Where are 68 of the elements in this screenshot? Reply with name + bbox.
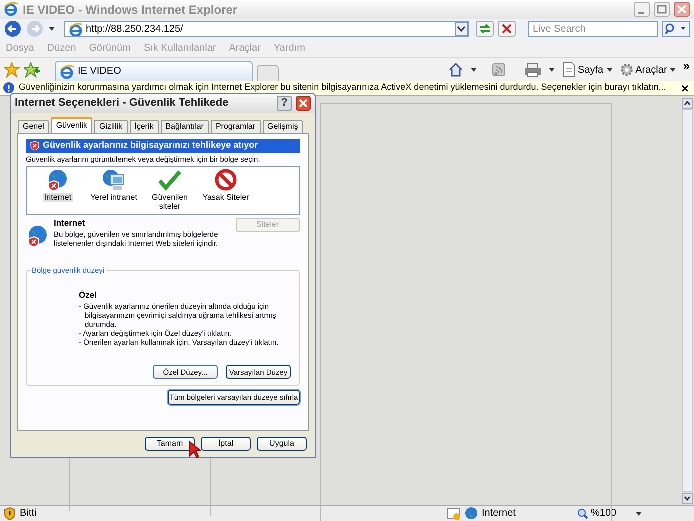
dialog-button[interactable]: Tamam bbox=[145, 437, 195, 451]
warning-text: Güvenlik ayarlarınız bilgisayarınızı tehlikeye atıyor bbox=[43, 139, 258, 152]
scroll-up-button[interactable] bbox=[682, 98, 693, 109]
zoom-button[interactable]: %100 bbox=[577, 506, 617, 521]
address-field[interactable]: http://88.250.234.125/ bbox=[64, 21, 469, 37]
zone-item[interactable]: Güvenilen siteler bbox=[145, 193, 195, 212]
stop-button[interactable] bbox=[498, 21, 516, 37]
dialog-tab[interactable]: Programlar bbox=[210, 120, 261, 133]
dialog-tab[interactable]: Gizlilik bbox=[94, 120, 128, 133]
caret-icon bbox=[669, 66, 678, 74]
popup-blocker-icon bbox=[447, 506, 461, 521]
dialog-tab[interactable]: Gelişmiş bbox=[262, 120, 304, 133]
home-icon[interactable] bbox=[448, 62, 464, 78]
globe-shield-icon bbox=[26, 225, 50, 250]
page-menu[interactable]: Sayfa bbox=[562, 62, 614, 78]
scroll-down-button[interactable] bbox=[682, 493, 693, 504]
maximize-button[interactable] bbox=[654, 2, 670, 17]
dialog-tab[interactable]: Bağlantılar bbox=[160, 120, 209, 133]
dialog-title: Internet Seçenekleri - Güvenlik Tehlikede bbox=[15, 96, 230, 112]
close-button[interactable]: × bbox=[681, 82, 691, 94]
info-bar[interactable]: Güvenliğinizin korunmasına yardımcı olmak için Internet Explorer bu sitenin bilgisayarınıza ActiveX denetimi yüklemesini durdurdu. Seçenekler için burayı tıklatın... × bbox=[0, 81, 694, 96]
dropdown-button[interactable] bbox=[455, 22, 468, 36]
search-button[interactable] bbox=[662, 21, 690, 37]
more-button[interactable]: » bbox=[683, 57, 690, 75]
zone-item[interactable]: Yerel intranet bbox=[90, 193, 138, 202]
info-bar-text: Güvenliğinizin korunmasına yardımcı olmak için Internet Explorer bu sitenin bilgisayarınıza ActiveX denetimi yüklemesini durdurdu. Seçenekler için burayı tıklatın... bbox=[19, 81, 668, 94]
page-icon bbox=[69, 22, 82, 36]
caret-icon[interactable] bbox=[48, 25, 56, 33]
no-entry-icon bbox=[214, 169, 238, 194]
zone-indicator: Internet bbox=[465, 506, 573, 521]
print-icon[interactable] bbox=[524, 62, 542, 78]
dialog-tab[interactable]: Güvenlik bbox=[51, 117, 92, 133]
refresh-button[interactable] bbox=[476, 21, 494, 37]
caret-icon bbox=[606, 66, 614, 74]
page-icon bbox=[60, 64, 74, 78]
feed-icon[interactable] bbox=[492, 62, 506, 78]
tools-menu[interactable]: Araçlar bbox=[620, 62, 678, 78]
zone-item[interactable]: Internet bbox=[43, 193, 73, 202]
browser-tab[interactable]: IE VIDEO bbox=[55, 61, 253, 81]
check-icon bbox=[158, 169, 182, 194]
help-button[interactable]: ? bbox=[277, 96, 292, 111]
caret-icon[interactable] bbox=[548, 66, 556, 74]
close-button[interactable] bbox=[296, 96, 311, 111]
search-field[interactable]: Live Search bbox=[528, 21, 658, 37]
pointer-icon bbox=[189, 441, 203, 459]
globe-icon bbox=[465, 507, 478, 520]
ie-logo-icon bbox=[4, 2, 19, 17]
dialog-tab[interactable]: Genel bbox=[18, 120, 50, 133]
document-icon bbox=[562, 62, 576, 78]
zoom-icon bbox=[577, 508, 589, 520]
level-title: Özel bbox=[79, 289, 98, 302]
dialog-tab[interactable]: İçerik bbox=[130, 120, 159, 133]
zone-title: Internet bbox=[54, 217, 86, 230]
dialog-button[interactable]: Uygula bbox=[257, 437, 307, 451]
caret-icon[interactable] bbox=[470, 66, 478, 74]
scroll-bar[interactable] bbox=[682, 109, 693, 492]
status-text: Bitti bbox=[20, 507, 38, 521]
add-favorite-icon[interactable] bbox=[24, 62, 41, 78]
window-title: IE VIDEO - Windows Internet Explorer bbox=[23, 2, 239, 18]
close-button[interactable] bbox=[674, 2, 690, 17]
dialog-button[interactable]: İptal bbox=[201, 437, 251, 451]
gear-icon bbox=[620, 62, 634, 78]
globe-shield-icon bbox=[46, 169, 70, 194]
star-icon[interactable] bbox=[4, 62, 20, 78]
back-button[interactable] bbox=[4, 20, 22, 38]
caret-icon[interactable] bbox=[634, 510, 643, 518]
minimize-button[interactable] bbox=[634, 2, 650, 17]
zone-item[interactable]: Yasak Siteler bbox=[202, 193, 250, 202]
